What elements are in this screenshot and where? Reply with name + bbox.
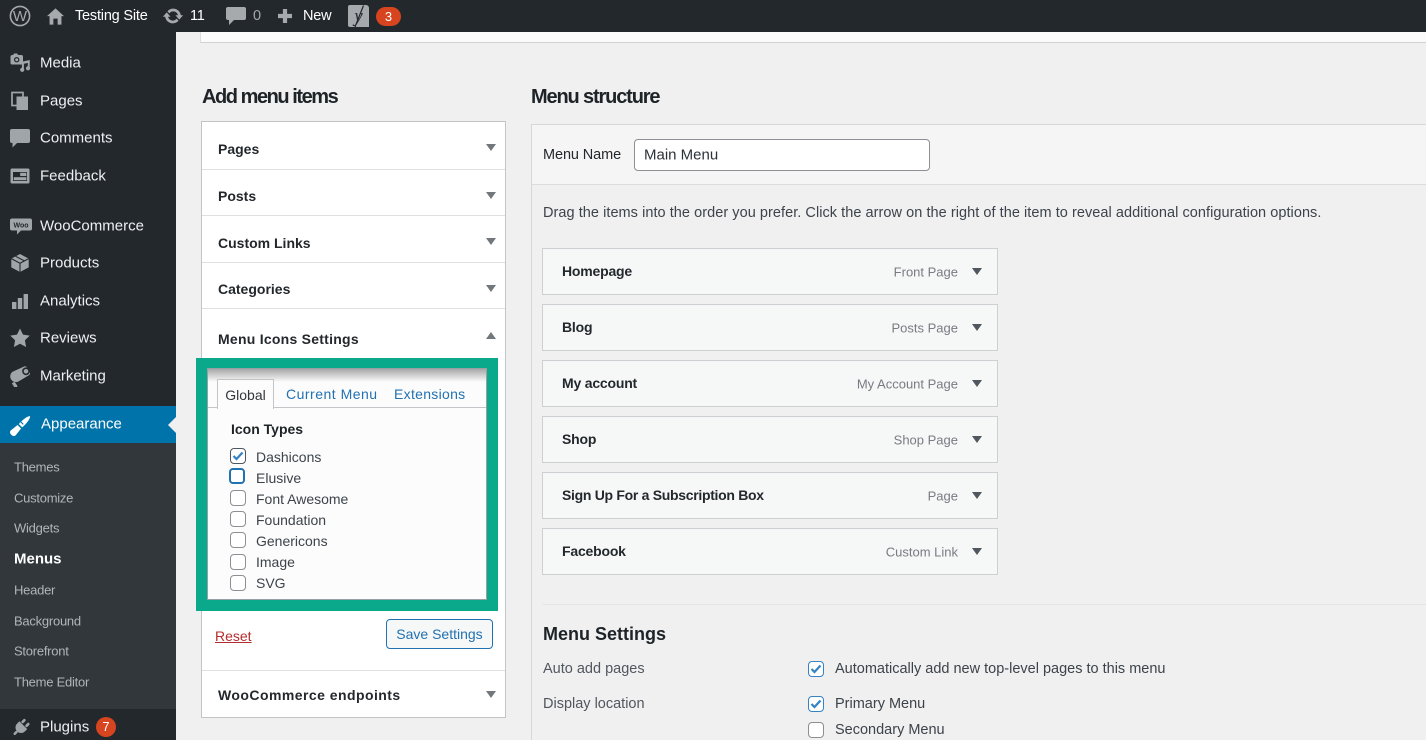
svg-text:W: W [13, 8, 28, 25]
svg-text:Woo: Woo [13, 222, 28, 229]
